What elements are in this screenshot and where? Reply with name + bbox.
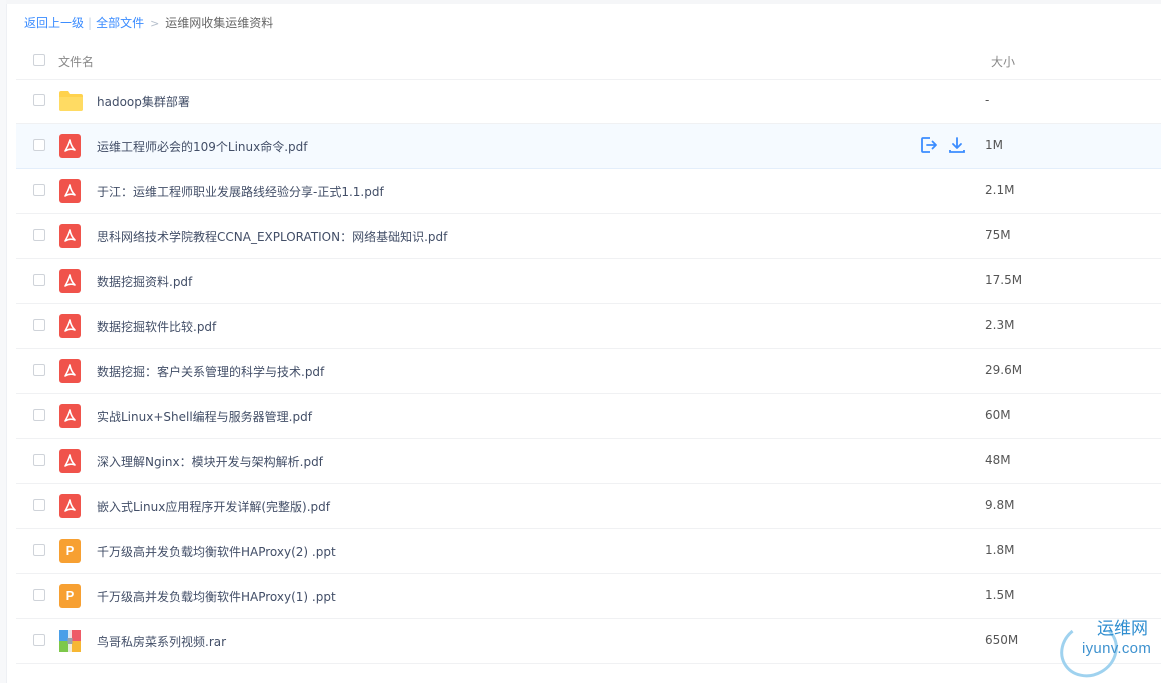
row-checkbox[interactable] <box>33 544 45 556</box>
ppt-file-icon: P <box>59 539 81 563</box>
pdf-file-icon <box>59 449 81 476</box>
pdf-file-icon <box>59 494 81 521</box>
pdf-file-icon <box>59 134 81 161</box>
pdf-file-icon <box>59 314 81 341</box>
row-checkbox[interactable] <box>33 229 45 241</box>
file-size: 1M <box>985 138 1003 152</box>
pdf-file-icon <box>59 404 81 431</box>
download-icon[interactable] <box>947 135 967 155</box>
file-size: 2.1M <box>985 183 1015 197</box>
table-row[interactable]: 深入理解Nginx：模块开发与架构解析.pdf 48M <box>16 439 1161 484</box>
table-row[interactable]: 实战Linux+Shell编程与服务器管理.pdf 60M <box>16 394 1161 439</box>
header-size[interactable]: 大小 <box>991 53 1015 70</box>
table-row[interactable]: 运维工程师必会的109个Linux命令.pdf 1M <box>16 124 1161 169</box>
select-all-checkbox[interactable] <box>33 54 45 66</box>
breadcrumb-arrow-icon: > <box>150 17 160 30</box>
file-size: 9.8M <box>985 498 1015 512</box>
file-name-link[interactable]: 数据挖掘：客户关系管理的科学与技术.pdf <box>97 363 324 380</box>
ppt-letter: P <box>59 539 81 563</box>
ppt-file-icon: P <box>59 584 81 608</box>
row-checkbox[interactable] <box>33 409 45 421</box>
table-row[interactable]: 思科网络技术学院教程CCNA_EXPLORATION：网络基础知识.pdf 75M <box>16 214 1161 259</box>
pdf-file-icon <box>59 224 81 251</box>
table-header: 文件名 大小 <box>16 41 1161 80</box>
breadcrumb-separator: | <box>88 16 93 30</box>
table-row[interactable]: 数据挖掘资料.pdf 17.5M <box>16 259 1161 304</box>
folder-icon <box>58 90 84 112</box>
file-size: 48M <box>985 453 1011 467</box>
rar-archive-icon <box>59 630 81 652</box>
row-checkbox[interactable] <box>33 589 45 601</box>
table-row[interactable]: 嵌入式Linux应用程序开发详解(完整版).pdf 9.8M <box>16 484 1161 529</box>
file-list-panel: 返回上一级 | 全部文件 > 运维网收集运维资料 文件名 大小 hadoop集群部署 - 运… <box>16 0 1161 683</box>
row-checkbox[interactable] <box>33 454 45 466</box>
file-name-link[interactable]: 千万级高并发负载均衡软件HAProxy(1) .ppt <box>97 588 336 605</box>
file-size: 650M <box>985 633 1019 647</box>
file-name-link[interactable]: 鸟哥私房菜系列视频.rar <box>97 633 226 650</box>
pdf-file-icon <box>59 359 81 386</box>
file-name-link[interactable]: hadoop集群部署 <box>97 93 190 110</box>
file-rows: hadoop集群部署 - 运维工程师必会的109个Linux命令.pdf 1M 于江：运… <box>16 79 1161 664</box>
table-row[interactable]: 数据挖掘软件比较.pdf 2.3M <box>16 304 1161 349</box>
file-size: 1.8M <box>985 543 1015 557</box>
file-name-link[interactable]: 数据挖掘软件比较.pdf <box>97 318 216 335</box>
breadcrumb: 返回上一级 | 全部文件 > 运维网收集运维资料 <box>24 15 273 32</box>
watermark-logo: 运维网 iyunv.com <box>1056 608 1161 683</box>
share-icon[interactable] <box>919 135 939 155</box>
file-size: 17.5M <box>985 273 1023 287</box>
file-size: - <box>985 93 990 107</box>
row-checkbox[interactable] <box>33 634 45 646</box>
row-checkbox[interactable] <box>33 184 45 196</box>
row-checkbox[interactable] <box>33 364 45 376</box>
row-actions <box>919 135 975 158</box>
back-link[interactable]: 返回上一级 <box>24 16 84 30</box>
file-size: 60M <box>985 408 1011 422</box>
watermark-en-text: iyunv.com <box>1082 640 1152 657</box>
row-checkbox[interactable] <box>33 319 45 331</box>
pdf-file-icon <box>59 269 81 296</box>
file-name-link[interactable]: 数据挖掘资料.pdf <box>97 273 192 290</box>
file-size: 1.5M <box>985 588 1015 602</box>
table-row[interactable]: P 千万级高并发负载均衡软件HAProxy(2) .ppt 1.8M <box>16 529 1161 574</box>
table-row[interactable]: 数据挖掘：客户关系管理的科学与技术.pdf 29.6M <box>16 349 1161 394</box>
table-row[interactable]: 鸟哥私房菜系列视频.rar 650M <box>16 619 1161 664</box>
all-files-link[interactable]: 全部文件 <box>96 16 144 30</box>
file-size: 75M <box>985 228 1011 242</box>
file-name-link[interactable]: 运维工程师必会的109个Linux命令.pdf <box>97 138 308 155</box>
watermark-cn-text: 运维网 <box>1097 619 1148 639</box>
row-checkbox[interactable] <box>33 139 45 151</box>
file-name-link[interactable]: 深入理解Nginx：模块开发与架构解析.pdf <box>97 453 323 470</box>
row-checkbox[interactable] <box>33 274 45 286</box>
table-row[interactable]: P 千万级高并发负载均衡软件HAProxy(1) .ppt 1.5M <box>16 574 1161 619</box>
left-panel-edge <box>0 0 7 683</box>
row-checkbox[interactable] <box>33 94 45 106</box>
file-name-link[interactable]: 于江：运维工程师职业发展路线经验分享-正式1.1.pdf <box>97 183 384 200</box>
row-checkbox[interactable] <box>33 499 45 511</box>
pdf-file-icon <box>59 179 81 206</box>
header-file-name[interactable]: 文件名 <box>58 53 94 70</box>
file-name-link[interactable]: 千万级高并发负载均衡软件HAProxy(2) .ppt <box>97 543 336 560</box>
file-name-link[interactable]: 思科网络技术学院教程CCNA_EXPLORATION：网络基础知识.pdf <box>97 228 447 245</box>
table-row[interactable]: hadoop集群部署 - <box>16 79 1161 124</box>
file-size: 2.3M <box>985 318 1015 332</box>
file-name-link[interactable]: 实战Linux+Shell编程与服务器管理.pdf <box>97 408 312 425</box>
breadcrumb-current: 运维网收集运维资料 <box>165 16 274 30</box>
file-name-link[interactable]: 嵌入式Linux应用程序开发详解(完整版).pdf <box>97 498 330 515</box>
ppt-letter: P <box>59 584 81 608</box>
table-row[interactable]: 于江：运维工程师职业发展路线经验分享-正式1.1.pdf 2.1M <box>16 169 1161 214</box>
file-size: 29.6M <box>985 363 1023 377</box>
